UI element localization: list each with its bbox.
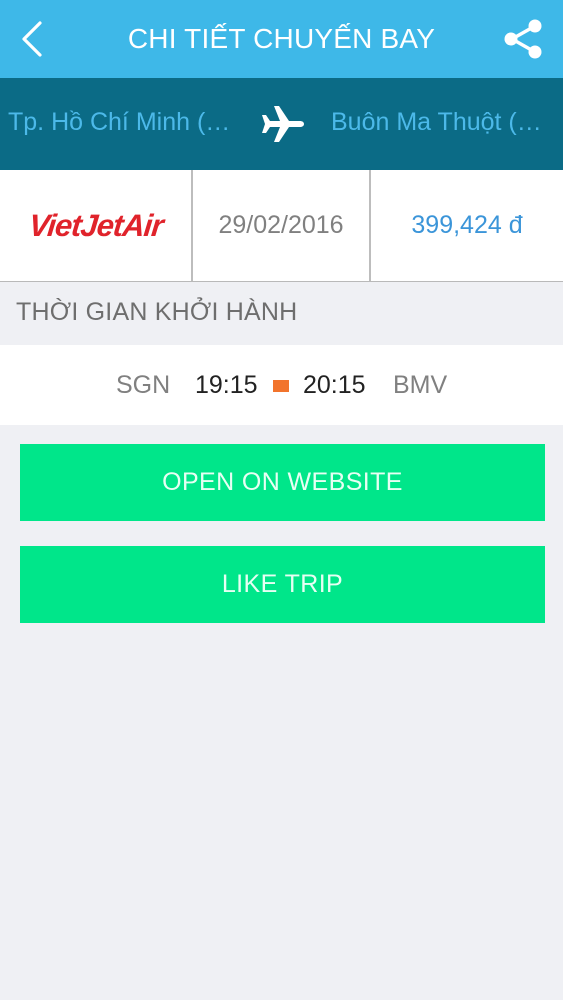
like-trip-button[interactable]: LIKE TRIP xyxy=(20,546,545,623)
open-on-website-button[interactable]: OPEN ON WEBSITE xyxy=(20,444,545,521)
flight-detail-screen: CHI TIẾT CHUYẾN BAY Tp. Hồ Chí Minh (… B… xyxy=(0,0,563,1000)
section-label-departure: THỜI GIAN KHỞI HÀNH xyxy=(16,298,298,326)
back-button[interactable] xyxy=(12,16,52,62)
depart-time: 19:15 xyxy=(195,371,258,399)
share-button[interactable] xyxy=(499,14,547,64)
flight-date: 29/02/2016 xyxy=(191,170,369,281)
airline-logo: VietJetAir xyxy=(26,207,165,243)
app-header: CHI TIẾT CHUYẾN BAY xyxy=(0,0,563,78)
airline-logo-cell: VietJetAir xyxy=(0,170,191,281)
destination-city: Buôn Ma Thuột (… xyxy=(331,108,542,136)
route-bar: Tp. Hồ Chí Minh (… Buôn Ma Thuột (… xyxy=(0,78,563,170)
flight-price: 399,424 đ xyxy=(369,170,563,281)
share-icon xyxy=(504,19,542,59)
origin-code: SGN xyxy=(116,371,171,399)
airplane-icon xyxy=(262,106,304,142)
destination-code: BMV xyxy=(393,371,448,399)
departure-time-row: SGN 19:15 20:15 BMV xyxy=(0,345,563,425)
arrive-time: 20:15 xyxy=(303,371,366,399)
duration-marker xyxy=(273,380,289,392)
flight-info-row: VietJetAir 29/02/2016 399,424 đ xyxy=(0,170,563,282)
chevron-left-icon xyxy=(22,21,42,57)
page-title: CHI TIẾT CHUYẾN BAY xyxy=(127,23,436,54)
origin-city: Tp. Hồ Chí Minh (… xyxy=(8,108,231,136)
